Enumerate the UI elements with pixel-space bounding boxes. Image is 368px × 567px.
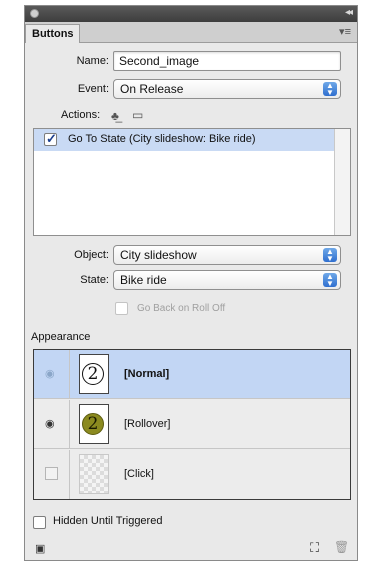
appearance-state-normal[interactable]: ◉ 2 [Normal]: [34, 350, 350, 399]
select-arrows-icon: ▲ ▼: [323, 82, 337, 97]
state-label: [Normal]: [124, 368, 170, 380]
appearance-state-rollover[interactable]: ◉ 2 [Rollover]: [34, 400, 350, 449]
name-field[interactable]: Second_image: [113, 51, 341, 71]
appearance-state-click[interactable]: [Click]: [34, 450, 350, 499]
preview-spread-icon[interactable]: ▣: [35, 542, 45, 555]
tab-buttons[interactable]: Buttons: [25, 24, 80, 43]
state-number: 2: [82, 413, 104, 435]
object-select-value: City slideshow: [120, 248, 197, 262]
add-action-icon[interactable]: ♣̲: [111, 109, 119, 123]
appearance-list: ◉ 2 [Normal] ◉ 2 [Rollover] [Click]: [33, 349, 351, 500]
eye-icon[interactable]: ◉: [45, 417, 55, 430]
appearance-label: Appearance: [31, 331, 91, 343]
visibility-cell[interactable]: ◉: [34, 400, 70, 449]
select-arrows-icon: ▲ ▼: [323, 248, 337, 263]
state-number: 2: [82, 363, 104, 385]
actions-list: ✓ Go To State (City slideshow: Bike ride…: [33, 128, 351, 236]
state-label: State:: [80, 274, 109, 286]
go-back-label: Go Back on Roll Off: [137, 303, 226, 314]
checkmark-icon: ✓: [46, 131, 57, 146]
go-back-checkbox[interactable]: [115, 302, 128, 315]
name-label: Name:: [76, 55, 109, 67]
state-thumbnail-empty: [79, 454, 109, 494]
convert-to-button-icon[interactable]: ⛶: [310, 540, 319, 556]
state-thumbnail: 2: [79, 404, 109, 444]
buttons-panel: ◂◂ Buttons ▾≡ Name: Second_image Event: …: [24, 5, 358, 561]
panel-titlebar: ◂◂: [25, 6, 357, 22]
panel-footer: ▣ ⛶ 🗑: [25, 536, 357, 560]
event-label: Event:: [77, 83, 109, 95]
select-arrows-icon: ▲ ▼: [323, 273, 337, 288]
visibility-cell[interactable]: [34, 450, 70, 499]
visibility-cell[interactable]: ◉: [34, 350, 70, 399]
state-thumbnail: 2: [79, 354, 109, 394]
state-select-value: Bike ride: [120, 273, 167, 287]
remove-action-icon[interactable]: ▭: [132, 108, 143, 122]
object-label: Object:: [74, 249, 109, 261]
panel-tabbar: Buttons ▾≡: [25, 22, 357, 43]
collapse-panel-icon[interactable]: ◂◂: [345, 7, 353, 18]
hidden-until-triggered-checkbox[interactable]: [33, 516, 46, 529]
action-item-label: Go To State (City slideshow: Bike ride): [68, 133, 256, 145]
actions-label: Actions:: [61, 109, 101, 121]
close-panel-button[interactable]: [30, 9, 39, 18]
action-enabled-checkbox[interactable]: ✓: [44, 131, 57, 146]
actions-scrollbar[interactable]: [334, 129, 350, 235]
state-label: [Rollover]: [124, 418, 171, 430]
event-select-value: On Release: [120, 82, 184, 96]
trash-icon[interactable]: 🗑: [334, 540, 349, 554]
object-select[interactable]: City slideshow ▲ ▼: [113, 245, 341, 265]
hidden-until-triggered-label: Hidden Until Triggered: [53, 515, 163, 527]
state-label: [Click]: [124, 468, 154, 480]
visibility-empty-box[interactable]: [45, 467, 58, 480]
state-select[interactable]: Bike ride ▲ ▼: [113, 270, 341, 290]
action-item[interactable]: ✓ Go To State (City slideshow: Bike ride…: [34, 129, 334, 151]
panel-menu-icon[interactable]: ▾≡: [339, 25, 351, 38]
event-select[interactable]: On Release ▲ ▼: [113, 79, 341, 99]
eye-icon[interactable]: ◉: [45, 367, 55, 380]
